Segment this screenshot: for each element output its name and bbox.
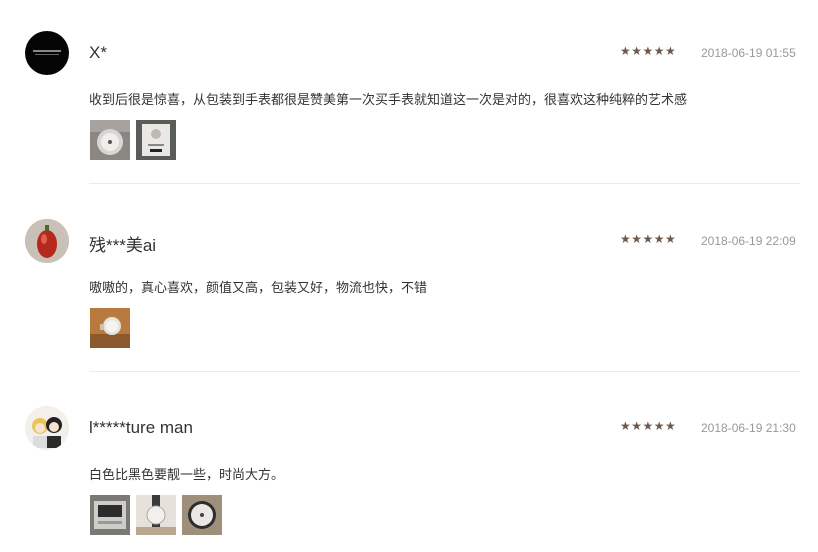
- review-item: l*****ture man ★★★★★ 2018-06-19 21:30 白色…: [0, 372, 818, 552]
- review-item: 残***美ai ★★★★★ 2018-06-19 22:09 嗷嗷的，真心喜欢，…: [0, 184, 818, 372]
- star-rating: ★★★★★: [620, 44, 677, 58]
- watch-box-photo-icon[interactable]: [90, 495, 130, 535]
- reviewer-name[interactable]: 残***美ai: [89, 231, 156, 256]
- red-fruit-avatar-icon[interactable]: [25, 219, 69, 263]
- review-text: 嗷嗷的，真心喜欢，颜值又高，包装又好，物流也快，不错: [89, 281, 428, 296]
- review-date: 2018-06-19 22:09: [701, 234, 796, 248]
- star-rating: ★★★★★: [620, 419, 677, 433]
- watch-photo-icon[interactable]: [90, 120, 130, 160]
- review-text: 收到后很是惊喜，从包装到手表都很是赞美第一次买手表就知道这一次是对的，很喜欢这种…: [89, 93, 688, 108]
- review-item: X* ★★★★★ 2018-06-19 01:55 收到后很是惊喜，从包装到手表…: [0, 0, 818, 184]
- black-logo-avatar-icon[interactable]: [25, 31, 69, 75]
- watch-strap-photo-icon[interactable]: [136, 495, 176, 535]
- review-text: 白色比黑色要靓一些，时尚大方。: [89, 468, 285, 483]
- reviewer-name[interactable]: X*: [89, 43, 107, 63]
- cartoon-couple-avatar-icon[interactable]: [25, 406, 69, 450]
- watch-face-photo-icon[interactable]: [182, 495, 222, 535]
- star-rating: ★★★★★: [620, 232, 677, 246]
- review-date: 2018-06-19 01:55: [701, 46, 796, 60]
- wrist-watch-photo-icon[interactable]: [90, 308, 130, 348]
- watch-box-photo-icon[interactable]: [136, 120, 176, 160]
- review-date: 2018-06-19 21:30: [701, 421, 796, 435]
- reviewer-name[interactable]: l*****ture man: [89, 418, 193, 438]
